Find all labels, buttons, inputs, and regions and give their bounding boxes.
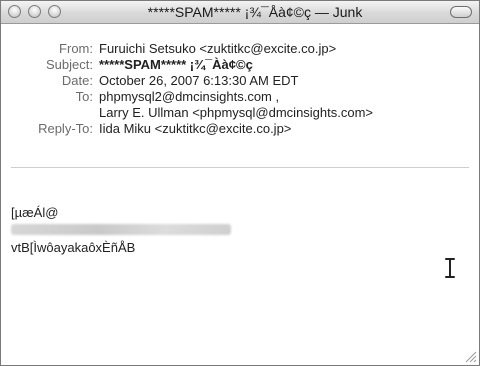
- header-value[interactable]: Larry E. Ullman <phpmysql@dmcinsights.co…: [99, 105, 373, 121]
- zoom-button[interactable]: [48, 5, 61, 18]
- header-label: From:: [59, 41, 93, 56]
- header-label: [7, 105, 99, 121]
- window-title: *****SPAM***** ¡¾¯Åà¢©ç — Junk: [147, 4, 363, 20]
- header-value[interactable]: Furuichi Setsuko <zuktitkc@excite.co.jp>: [99, 41, 336, 57]
- header-label: Date:: [61, 73, 93, 88]
- body-line: [µæÁl@: [11, 205, 59, 220]
- header-value[interactable]: Iida Miku <zuktitkc@excite.co.jp>: [99, 121, 291, 137]
- header-value: *****SPAM***** ¡¾¯Àà¢©ç: [99, 57, 253, 72]
- mail-window: *****SPAM***** ¡¾¯Åà¢©ç — Junk From: Fur…: [0, 0, 480, 366]
- toolbar-toggle-button[interactable]: [450, 6, 472, 18]
- header-to-continued: Larry E. Ullman <phpmysql@dmcinsights.co…: [7, 105, 373, 121]
- header-value: October 26, 2007 6:13:30 AM EDT: [99, 73, 299, 88]
- blurred-link: [11, 221, 231, 239]
- header-date: Date: October 26, 2007 6:13:30 AM EDT: [7, 73, 373, 89]
- header-from: From: Furuichi Setsuko <zuktitkc@excite.…: [7, 41, 373, 57]
- resize-grip-icon[interactable]: [463, 349, 477, 363]
- header-label: Reply-To:: [38, 121, 93, 136]
- message-body[interactable]: [µæÁl@ vtB[ÌwôayakaôxÈñÅB: [11, 204, 231, 256]
- header-label: Subject:: [46, 57, 93, 72]
- header-reply-to: Reply-To: Iida Miku <zuktitkc@excite.co.…: [7, 121, 373, 137]
- header-to: To: phpmysql2@dmcinsights.com ,: [7, 89, 373, 105]
- header-subject: Subject: *****SPAM***** ¡¾¯Àà¢©ç: [7, 57, 373, 73]
- minimize-button[interactable]: [28, 5, 41, 18]
- header-divider: [11, 167, 469, 168]
- close-button[interactable]: [8, 5, 21, 18]
- text-cursor-icon: [445, 258, 455, 278]
- header-label: To:: [75, 89, 93, 104]
- body-line: vtB[ÌwôayakaôxÈñÅB: [11, 240, 136, 255]
- title-bar[interactable]: *****SPAM***** ¡¾¯Åà¢©ç — Junk: [1, 1, 479, 24]
- header-value[interactable]: phpmysql2@dmcinsights.com ,: [99, 89, 279, 105]
- message-headers: From: Furuichi Setsuko <zuktitkc@excite.…: [7, 41, 373, 137]
